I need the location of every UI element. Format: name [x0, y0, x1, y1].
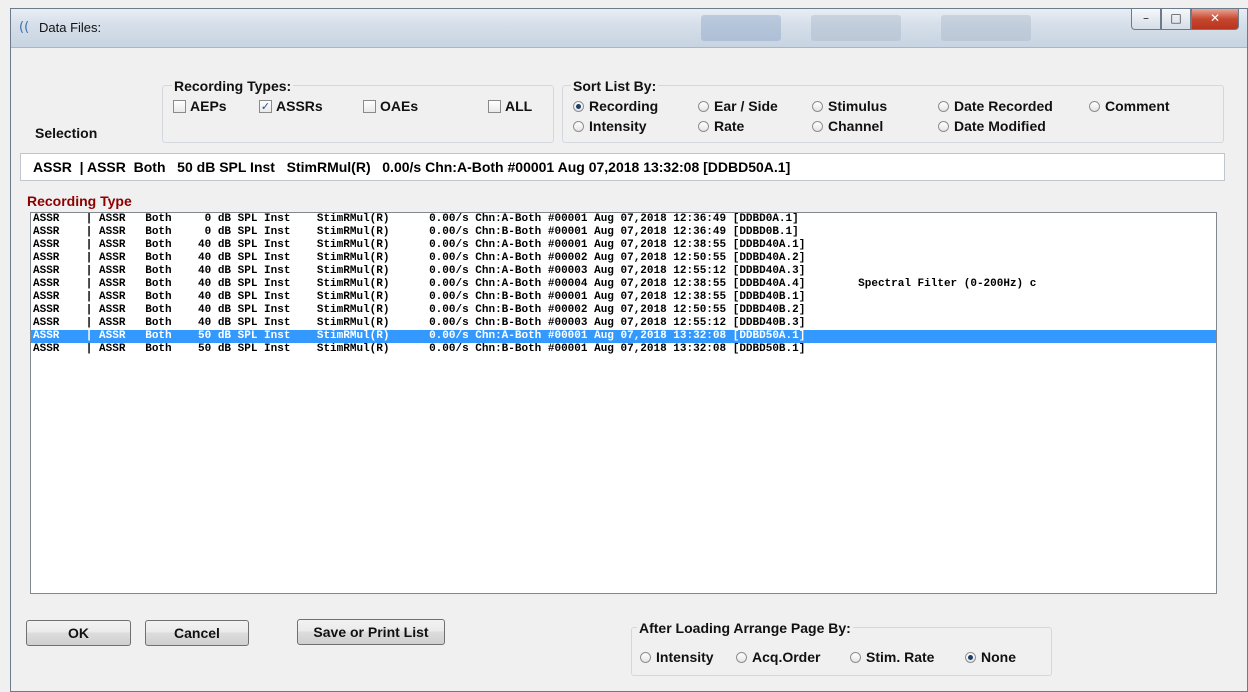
radio-icon — [850, 651, 861, 663]
arrange-intensity-label: Intensity — [656, 649, 714, 665]
ok-button[interactable]: OK — [26, 620, 131, 646]
sort-channel-label: Channel — [828, 118, 884, 134]
recordings-list[interactable]: ASSR | ASSR Both 0 dB SPL Inst StimRMul(… — [30, 212, 1217, 594]
radio-icon — [812, 120, 823, 132]
aeps-checkbox[interactable]: AEPs — [173, 98, 227, 114]
oaes-label: OAEs — [380, 98, 419, 114]
radio-icon — [736, 651, 747, 663]
sort-intensity-label: Intensity — [589, 118, 647, 134]
sort-list-group — [562, 85, 1224, 143]
list-item[interactable]: ASSR | ASSR Both 40 dB SPL Inst StimRMul… — [31, 304, 1216, 317]
arrange-none-radio[interactable]: None — [965, 649, 1016, 665]
sort-comment-radio[interactable]: Comment — [1089, 98, 1170, 114]
list-item[interactable]: ASSR | ASSR Both 0 dB SPL Inst StimRMul(… — [31, 226, 1216, 239]
list-item[interactable]: ASSR | ASSR Both 40 dB SPL Inst StimRMul… — [31, 291, 1216, 304]
sort-intensity-radio[interactable]: Intensity — [573, 118, 647, 134]
checkbox-icon — [363, 99, 376, 113]
arrange-intensity-radio[interactable]: Intensity — [640, 649, 714, 665]
radio-selected-icon — [965, 651, 976, 663]
checkbox-icon — [488, 99, 501, 113]
selection-label: Selection — [35, 125, 98, 141]
arrange-stim-rate-label: Stim. Rate — [866, 649, 935, 665]
checkmark-icon: ✓ — [259, 99, 272, 113]
list-item[interactable]: ASSR | ASSR Both 50 dB SPL Inst StimRMul… — [31, 330, 1216, 343]
list-item[interactable]: ASSR | ASSR Both 0 dB SPL Inst StimRMul(… — [31, 213, 1216, 226]
sort-channel-radio[interactable]: Channel — [812, 118, 883, 134]
list-item[interactable]: ASSR | ASSR Both 40 dB SPL Inst StimRMul… — [31, 239, 1216, 252]
sort-recording-radio[interactable]: Recording — [573, 98, 658, 114]
radio-icon — [573, 120, 584, 132]
assrs-label: ASSRs — [276, 98, 323, 114]
cancel-button[interactable]: Cancel — [145, 620, 249, 646]
aeps-label: AEPs — [190, 98, 227, 114]
titlebar-decoration — [811, 15, 901, 41]
sort-stimulus-label: Stimulus — [828, 98, 888, 114]
recording-types-title: Recording Types: — [172, 78, 294, 94]
checkbox-icon — [173, 99, 186, 113]
sort-ear-side-label: Ear / Side — [714, 98, 778, 114]
sound-waves-icon: (( — [19, 20, 30, 35]
radio-icon — [698, 120, 709, 132]
selection-field[interactable]: ASSR | ASSR Both 50 dB SPL Inst StimRMul… — [20, 153, 1225, 181]
all-label: ALL — [505, 98, 533, 114]
radio-icon — [938, 120, 949, 132]
minimize-icon[interactable]: – — [1131, 9, 1161, 30]
sort-ear-side-radio[interactable]: Ear / Side — [698, 98, 778, 114]
all-checkbox[interactable]: ALL — [488, 98, 532, 114]
arrange-stim-rate-radio[interactable]: Stim. Rate — [850, 649, 934, 665]
list-item[interactable]: ASSR | ASSR Both 40 dB SPL Inst StimRMul… — [31, 252, 1216, 265]
sort-date-recorded-label: Date Recorded — [954, 98, 1053, 114]
close-icon[interactable]: ✕ — [1191, 9, 1239, 30]
radio-icon — [938, 100, 949, 112]
radio-selected-icon — [573, 100, 584, 112]
arrange-none-label: None — [981, 649, 1016, 665]
radio-icon — [1089, 100, 1100, 112]
sort-stimulus-radio[interactable]: Stimulus — [812, 98, 887, 114]
window-title: Data Files: — [39, 20, 102, 35]
sort-comment-label: Comment — [1105, 98, 1170, 114]
sort-rate-label: Rate — [714, 118, 745, 134]
arrange-title: After Loading Arrange Page By: — [637, 620, 853, 636]
radio-icon — [812, 100, 823, 112]
sort-date-modified-radio[interactable]: Date Modified — [938, 118, 1046, 134]
list-item[interactable]: ASSR | ASSR Both 40 dB SPL Inst StimRMul… — [31, 317, 1216, 330]
arrange-acq-order-label: Acq.Order — [752, 649, 821, 665]
maximize-icon[interactable]: □ — [1161, 9, 1191, 30]
titlebar-decoration — [701, 15, 781, 41]
sort-list-title: Sort List By: — [571, 78, 659, 94]
sort-rate-radio[interactable]: Rate — [698, 118, 744, 134]
list-item[interactable]: ASSR | ASSR Both 40 dB SPL Inst StimRMul… — [31, 265, 1216, 278]
recording-type-label: Recording Type — [27, 193, 132, 209]
title-bar[interactable]: (( Data Files: – □ ✕ — [11, 9, 1247, 48]
sort-date-recorded-radio[interactable]: Date Recorded — [938, 98, 1053, 114]
list-item[interactable]: ASSR | ASSR Both 50 dB SPL Inst StimRMul… — [31, 343, 1216, 356]
selection-text: ASSR | ASSR Both 50 dB SPL Inst StimRMul… — [33, 159, 791, 175]
sort-recording-label: Recording — [589, 98, 659, 114]
titlebar-decoration — [941, 15, 1031, 41]
window-controls: – □ ✕ — [1131, 9, 1239, 30]
assrs-checkbox[interactable]: ✓ ASSRs — [259, 98, 323, 114]
radio-icon — [640, 651, 651, 663]
list-item[interactable]: ASSR | ASSR Both 40 dB SPL Inst StimRMul… — [31, 278, 1216, 291]
oaes-checkbox[interactable]: OAEs — [363, 98, 418, 114]
radio-icon — [698, 100, 709, 112]
save-print-button[interactable]: Save or Print List — [297, 619, 445, 645]
arrange-acq-order-radio[interactable]: Acq.Order — [736, 649, 820, 665]
sort-date-modified-label: Date Modified — [954, 118, 1046, 134]
